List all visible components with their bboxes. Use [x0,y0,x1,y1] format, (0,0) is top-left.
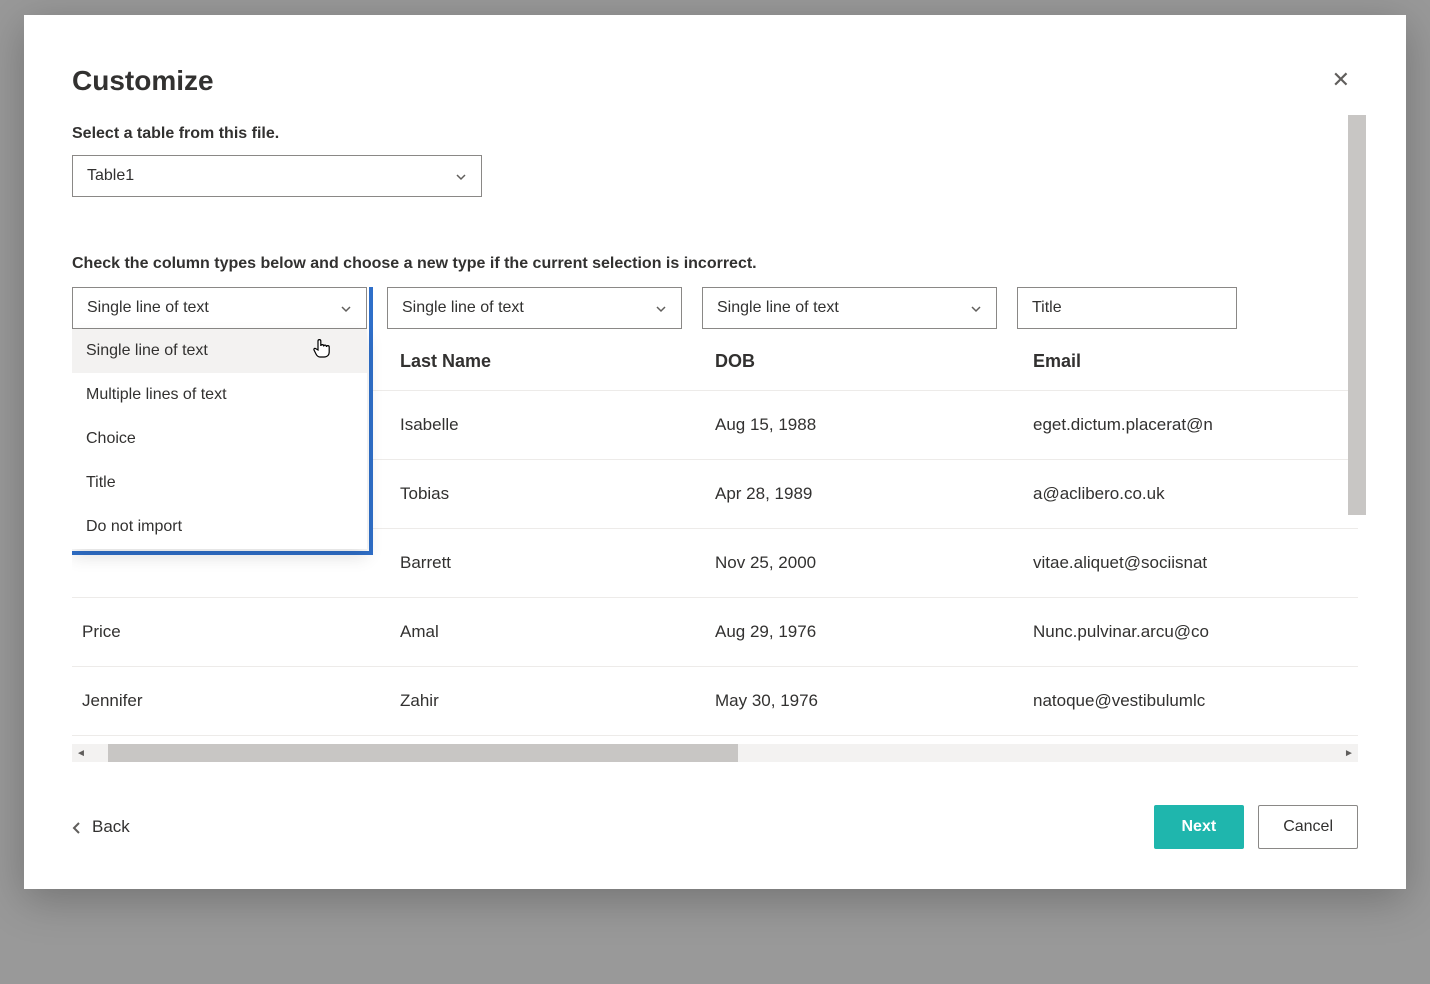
type-option-label: Title [86,474,116,491]
header-dob: DOB [705,331,1023,391]
customize-modal: Customize ✕ Select a table from this fil… [24,15,1406,889]
cell-last: Isabelle [390,391,705,460]
horizontal-scroll-thumb[interactable] [108,744,738,762]
cell-last: Tobias [390,460,705,529]
cell-email: Nunc.pulvinar.arcu@co [1023,598,1358,667]
cell-email: natoque@vestibulumlc [1023,667,1358,736]
vertical-scrollbar[interactable] [1348,115,1366,515]
modal-title: Customize [72,65,214,97]
back-button[interactable]: Back [72,817,130,837]
cell-dob: May 30, 1976 [705,667,1023,736]
horizontal-scrollbar[interactable]: ◄ ► [72,744,1358,762]
vertical-scroll-thumb[interactable] [1348,115,1366,515]
type-option-label: Single line of text [86,342,208,359]
cell-last: Amal [390,598,705,667]
column-type-options-list: Single line of text Multiple lines of te… [72,329,367,549]
column-type-instruction: Check the column types below and choose … [72,255,1358,273]
column-4-type-value: Title [1032,299,1062,317]
cancel-button[interactable]: Cancel [1258,805,1358,849]
modal-header: Customize ✕ [72,65,1358,97]
column-3-type-select[interactable]: Single line of text [702,287,997,329]
cell-dob: Aug 29, 1976 [705,598,1023,667]
column-2-type-value: Single line of text [402,299,524,317]
cell-last: Barrett [390,529,705,598]
cell-dob: Aug 15, 1988 [705,391,1023,460]
column-type-dropdown-open: Single line of text Single line of text [72,287,373,555]
type-option-label: Multiple lines of text [86,386,227,403]
chevron-down-icon [340,302,352,314]
cell-first: Jennifer [72,667,390,736]
column-type-row: Single line of text Single line of text [72,287,1358,329]
modal-footer: Back Next Cancel [72,770,1358,849]
type-option-single-line[interactable]: Single line of text [72,329,367,373]
chevron-down-icon [970,302,982,314]
chevron-down-icon [655,302,667,314]
type-option-title[interactable]: Title [72,461,367,505]
type-option-choice[interactable]: Choice [72,417,367,461]
type-option-label: Choice [86,430,136,447]
column-1-type-select[interactable]: Single line of text [72,287,367,329]
close-button[interactable]: ✕ [1324,65,1358,95]
type-option-do-not-import[interactable]: Do not import [72,505,367,549]
scroll-left-arrow-icon[interactable]: ◄ [72,744,90,762]
header-last-name: Last Name [390,331,705,391]
pointer-cursor-icon [311,336,331,366]
scroll-right-arrow-icon[interactable]: ► [1340,744,1358,762]
cell-dob: Nov 25, 2000 [705,529,1023,598]
table-select-label: Select a table from this file. [72,125,1358,143]
cell-email: eget.dictum.placerat@n [1023,391,1358,460]
type-option-label: Do not import [86,518,182,535]
cell-dob: Apr 28, 1989 [705,460,1023,529]
cell-email: a@aclibero.co.uk [1023,460,1358,529]
back-label: Back [92,817,130,837]
table-row: Jennifer Zahir May 30, 1976 natoque@vest… [72,667,1358,736]
column-1-type-value: Single line of text [87,299,209,317]
cell-email: vitae.aliquet@sociisnat [1023,529,1358,598]
chevron-down-icon [455,170,467,182]
cell-first: Price [72,598,390,667]
footer-actions: Next Cancel [1154,805,1359,849]
header-email: Email [1023,331,1358,391]
type-option-multi-line[interactable]: Multiple lines of text [72,373,367,417]
table-select[interactable]: Table1 [72,155,482,197]
table-row: Price Amal Aug 29, 1976 Nunc.pulvinar.ar… [72,598,1358,667]
cell-last: Zahir [390,667,705,736]
column-2-type-select[interactable]: Single line of text [387,287,682,329]
chevron-left-icon [72,820,82,834]
column-4-type-select[interactable]: Title [1017,287,1237,329]
close-icon: ✕ [1332,67,1350,92]
next-button[interactable]: Next [1154,805,1245,849]
column-3-type-value: Single line of text [717,299,839,317]
table-select-value: Table1 [87,167,134,185]
data-preview-area: Single line of text Single line of text [72,287,1358,770]
